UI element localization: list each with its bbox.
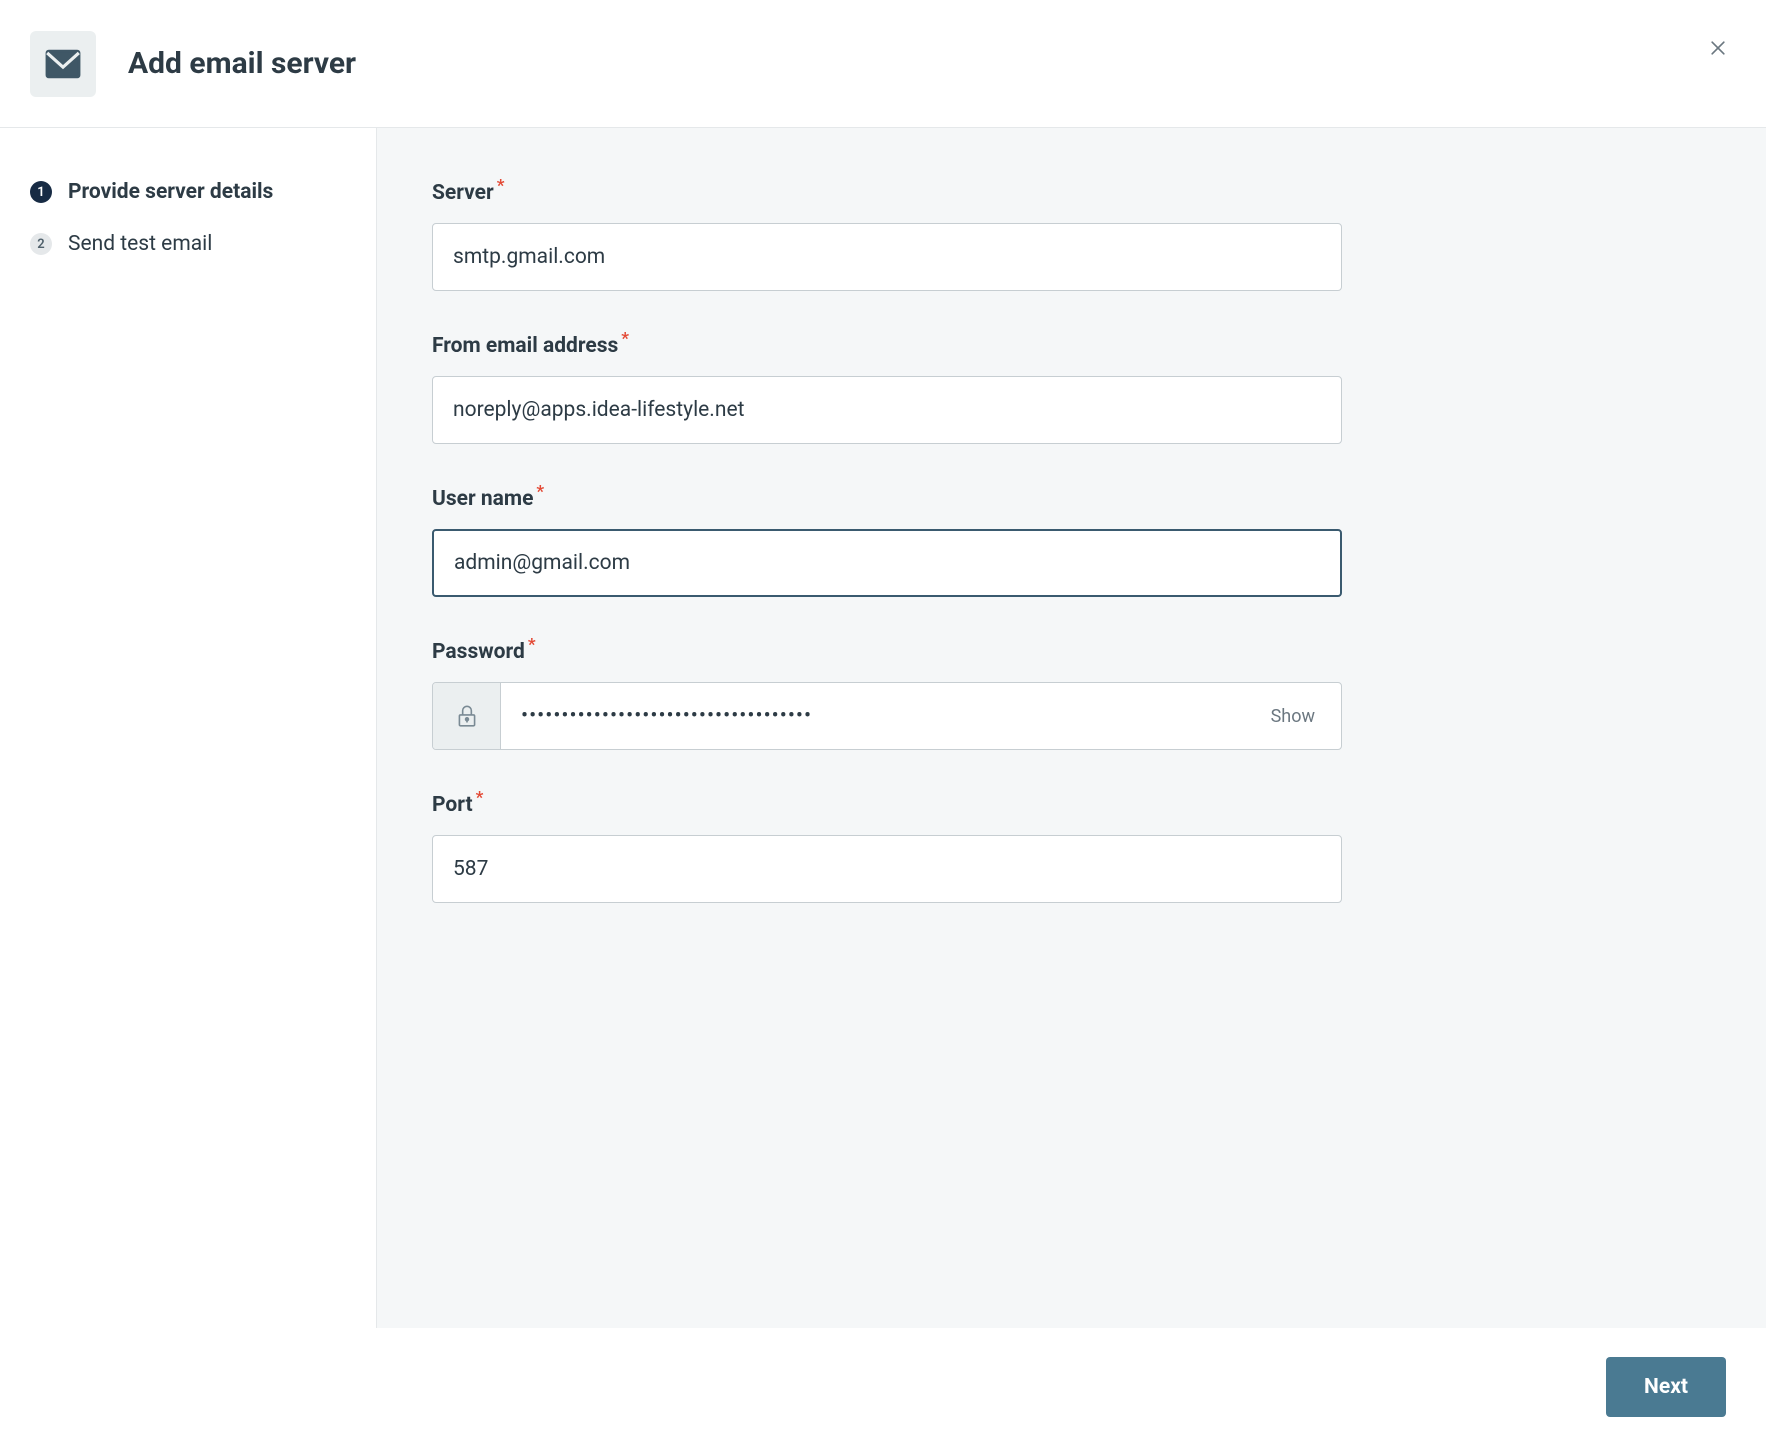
from-email-input[interactable] <box>432 376 1342 444</box>
required-asterisk: * <box>476 788 484 808</box>
required-asterisk: * <box>497 176 505 196</box>
server-label: Server* <box>432 176 1342 205</box>
dialog-header: Add email server <box>0 0 1766 128</box>
server-input[interactable] <box>432 223 1342 291</box>
dialog-footer: Next <box>0 1328 1766 1446</box>
dialog-title: Add email server <box>128 46 356 81</box>
username-input[interactable] <box>432 529 1342 597</box>
port-label: Port* <box>432 788 1342 817</box>
form-group-username: User name* <box>432 482 1342 597</box>
port-input[interactable] <box>432 835 1342 903</box>
form-panel: Server* From email address* User name* P… <box>377 128 1766 1328</box>
step-send-test-email[interactable]: 2 Send test email <box>30 218 346 270</box>
steps-sidebar: 1 Provide server details 2 Send test ema… <box>0 128 377 1328</box>
step-label: Send test email <box>68 232 212 256</box>
close-button[interactable] <box>1704 34 1732 62</box>
required-asterisk: * <box>528 635 536 655</box>
lock-icon <box>433 683 501 749</box>
form-group-server: Server* <box>432 176 1342 291</box>
show-password-button[interactable]: Show <box>1245 683 1341 749</box>
step-label: Provide server details <box>68 180 273 204</box>
form-group-from-email: From email address* <box>432 329 1342 444</box>
required-asterisk: * <box>536 482 544 502</box>
close-icon <box>1708 38 1728 58</box>
password-label: Password* <box>432 635 1342 664</box>
dialog-body: 1 Provide server details 2 Send test ema… <box>0 128 1766 1328</box>
form-group-port: Port* <box>432 788 1342 903</box>
next-button[interactable]: Next <box>1606 1357 1726 1417</box>
from-email-label: From email address* <box>432 329 1342 358</box>
username-label: User name* <box>432 482 1342 511</box>
required-asterisk: * <box>621 329 629 349</box>
password-input[interactable] <box>501 683 1245 749</box>
step-number-badge: 1 <box>30 181 52 203</box>
mail-icon <box>30 31 96 97</box>
step-provide-server-details[interactable]: 1 Provide server details <box>30 166 346 218</box>
form-group-password: Password* Show <box>432 635 1342 750</box>
password-input-wrapper: Show <box>432 682 1342 750</box>
step-number-badge: 2 <box>30 233 52 255</box>
